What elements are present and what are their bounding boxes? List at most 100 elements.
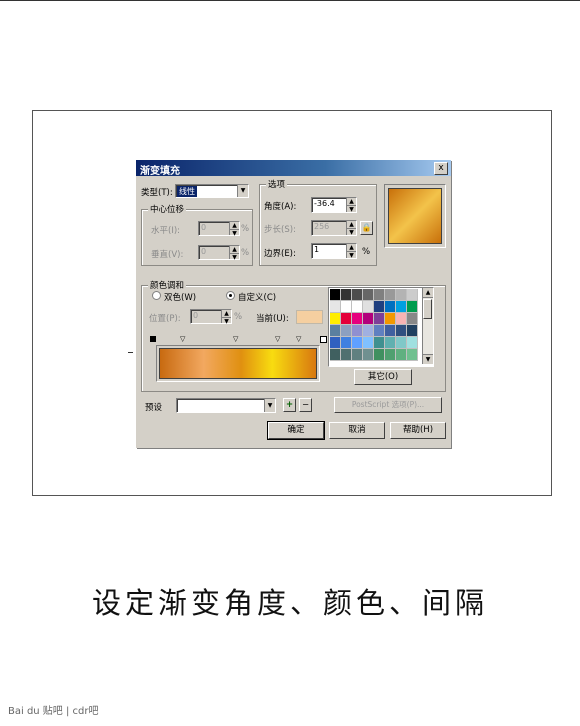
stop-marker-3[interactable]: ▽ xyxy=(275,335,280,343)
palette-swatch[interactable] xyxy=(407,325,418,337)
palette-swatch[interactable] xyxy=(330,289,341,301)
palette-swatch[interactable] xyxy=(374,289,385,301)
palette-swatch[interactable] xyxy=(330,349,341,361)
two-color-radio[interactable] xyxy=(152,291,161,300)
two-color-label: 双色(W) xyxy=(164,293,197,303)
palette-swatch[interactable] xyxy=(374,313,385,325)
angle-input[interactable]: -36.4 ▲ ▼ xyxy=(311,197,357,213)
palette-swatch[interactable] xyxy=(341,349,352,361)
palette-swatch[interactable] xyxy=(396,301,407,313)
palette-swatch[interactable] xyxy=(352,313,363,325)
preset-chevron-down-icon[interactable]: ▼ xyxy=(264,399,275,412)
palette-swatch[interactable] xyxy=(352,349,363,361)
palette-swatch[interactable] xyxy=(341,337,352,349)
steps-value: 256 xyxy=(314,222,330,231)
palette-swatch[interactable] xyxy=(330,337,341,349)
help-button[interactable]: 帮助(H) xyxy=(390,422,446,439)
palette-swatch[interactable] xyxy=(352,289,363,301)
steps-input[interactable]: 256 ▲ ▼ xyxy=(311,220,357,236)
angle-label: 角度(A): xyxy=(264,202,297,212)
start-marker[interactable] xyxy=(150,336,156,342)
palette-swatch[interactable] xyxy=(341,325,352,337)
palette-swatch[interactable] xyxy=(352,301,363,313)
palette-swatch[interactable] xyxy=(330,301,341,313)
edge-input[interactable]: 1 ▲ ▼ xyxy=(311,243,357,259)
ok-button[interactable]: 确定 xyxy=(267,421,325,440)
palette-swatch[interactable] xyxy=(385,349,396,361)
palette-swatch[interactable] xyxy=(363,337,374,349)
palette-swatch[interactable] xyxy=(363,349,374,361)
preset-select[interactable]: ▼ xyxy=(176,398,276,413)
position-input[interactable]: 0 ▲ ▼ xyxy=(190,309,232,324)
palette-swatch[interactable] xyxy=(363,313,374,325)
horizontal-input[interactable]: 0 ▲ ▼ xyxy=(198,221,240,236)
palette-swatch[interactable] xyxy=(341,289,352,301)
vertical-spinner[interactable]: ▲ ▼ xyxy=(229,246,239,260)
add-preset-button[interactable]: + xyxy=(283,398,296,412)
cancel-button[interactable]: 取消 xyxy=(329,422,385,439)
palette-swatch[interactable] xyxy=(374,337,385,349)
vertical-unit: % xyxy=(241,248,250,258)
position-label: 位置(P): xyxy=(149,314,181,324)
palette-swatch[interactable] xyxy=(407,301,418,313)
angle-spinner[interactable]: ▲ ▼ xyxy=(346,198,356,213)
palette-swatch[interactable] xyxy=(330,325,341,337)
edge-spinner[interactable]: ▲ ▼ xyxy=(346,244,356,259)
palette-grid[interactable] xyxy=(330,289,420,364)
palette-swatch[interactable] xyxy=(385,313,396,325)
position-spinner[interactable]: ▲ ▼ xyxy=(221,310,231,324)
palette-swatch[interactable] xyxy=(352,325,363,337)
palette-swatch[interactable] xyxy=(374,301,385,313)
palette-swatch[interactable] xyxy=(385,325,396,337)
palette-swatch[interactable] xyxy=(396,349,407,361)
gradient-preview-frame xyxy=(384,184,446,248)
chevron-down-icon[interactable]: ▼ xyxy=(237,185,248,197)
palette-swatch[interactable] xyxy=(407,289,418,301)
close-button[interactable]: x xyxy=(434,162,448,175)
palette-swatch[interactable] xyxy=(363,301,374,313)
palette-swatch[interactable] xyxy=(396,325,407,337)
vertical-input[interactable]: 0 ▲ ▼ xyxy=(198,245,240,260)
palette-swatch[interactable] xyxy=(363,325,374,337)
scroll-up-icon[interactable]: ▲ xyxy=(423,288,433,298)
palette-swatch[interactable] xyxy=(341,301,352,313)
steps-spinner[interactable]: ▲ ▼ xyxy=(346,221,356,236)
scroll-thumb[interactable] xyxy=(423,299,432,319)
angle-value: -36.4 xyxy=(314,199,335,208)
scroll-down-icon[interactable]: ▼ xyxy=(423,354,433,364)
page-caption: 设定渐变角度、颜色、间隔 xyxy=(91,586,488,620)
remove-preset-button[interactable]: − xyxy=(299,398,312,412)
palette-scrollbar[interactable]: ▲ ▼ xyxy=(422,288,433,364)
custom-radio[interactable] xyxy=(226,291,235,300)
palette-swatch[interactable] xyxy=(396,337,407,349)
palette-swatch[interactable] xyxy=(352,337,363,349)
end-marker[interactable] xyxy=(320,336,327,343)
palette-swatch[interactable] xyxy=(385,301,396,313)
horizontal-spinner[interactable]: ▲ ▼ xyxy=(229,222,239,236)
type-select[interactable]: 线性 ▼ xyxy=(175,184,249,198)
palette-swatch[interactable] xyxy=(407,313,418,325)
lock-icon[interactable]: 🔒 xyxy=(360,221,373,235)
position-value: 0 xyxy=(193,311,199,320)
postscript-options-button[interactable]: PostScript 选项(P)... xyxy=(334,397,442,413)
stop-marker-2[interactable]: ▽ xyxy=(233,335,238,343)
current-color-swatch[interactable] xyxy=(296,310,323,324)
palette-swatch[interactable] xyxy=(385,337,396,349)
gradient-bar[interactable] xyxy=(159,348,317,379)
palette-swatch[interactable] xyxy=(330,313,341,325)
palette-swatch[interactable] xyxy=(341,313,352,325)
palette-swatch[interactable] xyxy=(363,289,374,301)
color-palette[interactable]: ▲ ▼ xyxy=(328,287,434,367)
palette-swatch[interactable] xyxy=(396,313,407,325)
stop-marker-4[interactable]: ▽ xyxy=(296,335,301,343)
palette-swatch[interactable] xyxy=(407,337,418,349)
stop-marker-1[interactable]: ▽ xyxy=(180,335,185,343)
palette-swatch[interactable] xyxy=(374,349,385,361)
palette-swatch[interactable] xyxy=(374,325,385,337)
other-button[interactable]: 其它(O) xyxy=(354,369,412,385)
palette-swatch[interactable] xyxy=(407,349,418,361)
palette-swatch[interactable] xyxy=(396,289,407,301)
gradient-bar-frame xyxy=(156,345,320,382)
palette-swatch[interactable] xyxy=(385,289,396,301)
type-label: 类型(T): xyxy=(141,188,173,198)
